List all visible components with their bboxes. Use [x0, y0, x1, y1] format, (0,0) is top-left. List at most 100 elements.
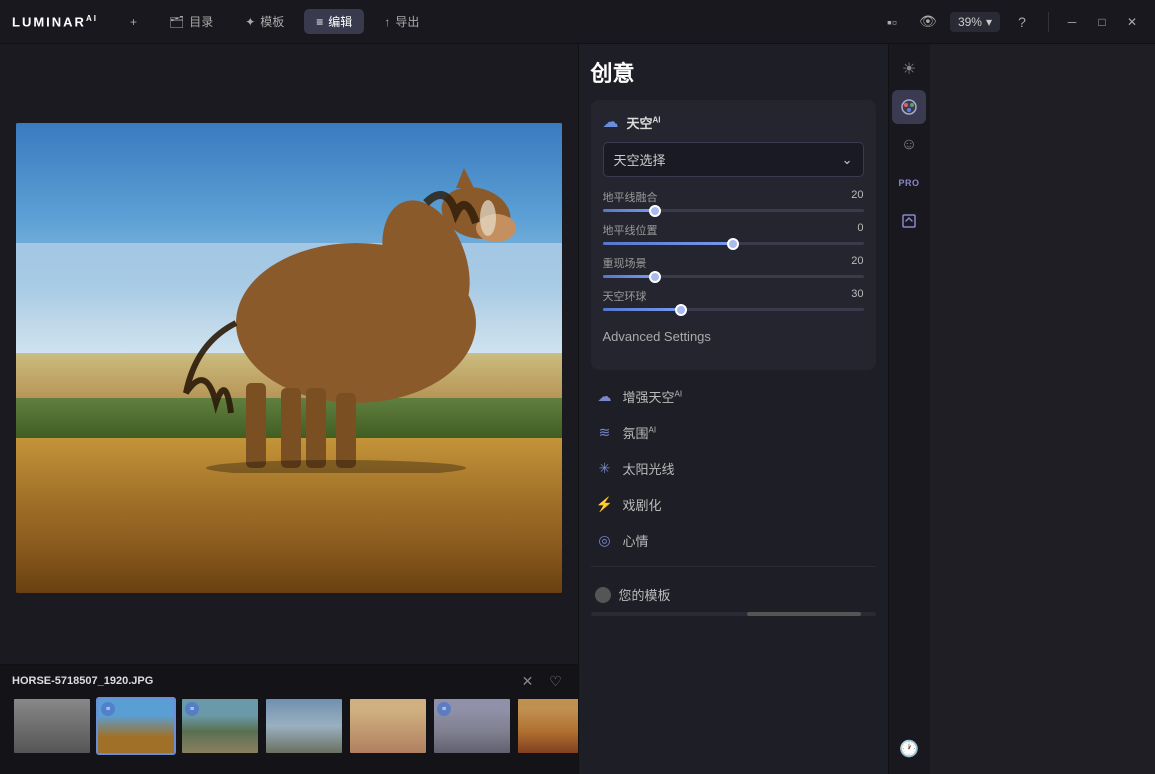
expand-item-enhance-sky[interactable]: ☁ 增强天空AI [591, 378, 876, 414]
panel-scrollbar-thumb [747, 612, 861, 616]
sidebar-item-portrait[interactable]: ☺ [892, 128, 926, 162]
minimize-button[interactable]: ─ [1061, 11, 1083, 33]
expand-item-sunrays[interactable]: ✳ 太阳光线 [591, 450, 876, 486]
edit-button[interactable]: ≡ 编辑 [304, 9, 364, 34]
canvas-area: HORSE-5718507_1920.JPG ✕ ♡ ≡ ≡ [0, 44, 578, 774]
card-header: ☁ 天空AI [603, 112, 864, 132]
slider-label-2: 地平线位置 [603, 222, 658, 238]
slider-fill-3 [603, 275, 655, 278]
layout-icon[interactable]: ▪▫ [878, 8, 906, 36]
filename-label: HORSE-5718507_1920.JPG [12, 675, 153, 687]
sidebar-item-creative[interactable] [892, 90, 926, 124]
sky-card: ☁ 天空AI 天空选择 ⌄ [591, 100, 876, 370]
thumb-2[interactable]: ≡ [96, 697, 176, 755]
templates-label: 您的模板 [619, 585, 671, 604]
slider-row-1: 地平线融合 20 [603, 189, 864, 212]
sidebar-item-history[interactable]: 🕐 [892, 732, 926, 766]
sidebar-item-pro[interactable]: PRO [892, 166, 926, 200]
slider-row-4: 天空环球 30 [603, 288, 864, 311]
panel-title: 创意 [591, 56, 876, 88]
main-image [16, 123, 562, 593]
thumb-1[interactable] [12, 697, 92, 755]
filmstrip-bar: HORSE-5718507_1920.JPG ✕ ♡ ≡ ≡ [0, 664, 578, 774]
zoom-control[interactable]: 39% ▾ [950, 12, 1000, 32]
templates-icon: ✦ [245, 15, 255, 29]
filmstrip-header: HORSE-5718507_1920.JPG ✕ ♡ [0, 665, 578, 697]
slider-track-3[interactable] [603, 275, 864, 278]
dramatic-icon: ⚡ [595, 494, 615, 514]
slider-track-2[interactable] [603, 242, 864, 245]
dropdown-chevron-icon: ⌄ [842, 152, 853, 168]
cloud-icon: ☁ [603, 112, 619, 132]
slider-thumb-2[interactable] [727, 238, 739, 250]
horse-image [136, 123, 562, 473]
slider-label-4: 天空环球 [603, 288, 647, 304]
sunrays-icon: ✳ [595, 458, 615, 478]
advanced-settings-label[interactable]: Advanced Settings [603, 323, 864, 350]
slider-track-1[interactable] [603, 209, 864, 212]
templates-dot [595, 587, 611, 603]
expand-item-dramatic[interactable]: ⚡ 戏剧化 [591, 486, 876, 522]
slider-label-1: 地平线融合 [603, 189, 658, 205]
zoom-chevron-icon: ▾ [986, 15, 992, 29]
slider-val-4: 30 [851, 288, 863, 304]
panel-scrollbar [591, 612, 876, 616]
close-button[interactable]: ✕ [1121, 11, 1143, 33]
slider-row-2: 地平线位置 0 [603, 222, 864, 245]
thumb-5[interactable] [348, 697, 428, 755]
edit-icon: ≡ [316, 15, 323, 29]
slider-label-3: 重现场景 [603, 255, 647, 271]
close-filmstrip-icon[interactable]: ✕ [518, 671, 538, 691]
mood-icon: ◎ [595, 530, 615, 550]
catalog-button[interactable]: 🗂 目录 [157, 9, 225, 34]
help-button[interactable]: ? [1008, 8, 1036, 36]
panel-content: 创意 ☁ 天空AI 天空选择 ⌄ [579, 44, 888, 774]
view-icon[interactable]: 👁 [914, 8, 942, 36]
atmosphere-icon: ≋ [595, 422, 615, 442]
slider-thumb-1[interactable] [649, 205, 661, 217]
sidebar-icons: ☀ ☺ PRO 🕐 [888, 44, 930, 774]
catalog-icon: 🗂 [169, 15, 184, 29]
slider-row-3: 重现场景 20 [603, 255, 864, 278]
titlebar: LUMINARAI + 🗂 目录 ✦ 模板 ≡ 编辑 ↑ 导出 ▪▫ 👁 39%… [0, 0, 1155, 44]
divider [591, 566, 876, 567]
thumb-icon-3: ≡ [185, 702, 199, 716]
thumb-3[interactable]: ≡ [180, 697, 260, 755]
export-icon: ↑ [384, 15, 390, 29]
templates-button[interactable]: ✦ 模板 [233, 9, 296, 34]
expand-item-atmosphere[interactable]: ≋ 氛围AI [591, 414, 876, 450]
slider-val-3: 20 [851, 255, 863, 271]
filmstrip-thumbs: ≡ ≡ ≡ [0, 697, 578, 761]
image-container [0, 44, 578, 664]
add-button[interactable]: + [118, 11, 149, 33]
thumb-6[interactable]: ≡ [432, 697, 512, 755]
templates-row: 您的模板 [591, 575, 876, 608]
favorite-icon[interactable]: ♡ [546, 671, 566, 691]
sliders-container: 地平线融合 20 地平线位置 0 [603, 189, 864, 311]
thumb-4[interactable] [264, 697, 344, 755]
sky-card-title: 天空AI [627, 113, 661, 132]
maximize-button[interactable]: □ [1091, 11, 1113, 33]
thumb-icon-6: ≡ [437, 702, 451, 716]
advanced-settings-section: Advanced Settings [603, 323, 864, 350]
sidebar-item-canvas[interactable] [892, 204, 926, 238]
expand-item-mood[interactable]: ◎ 心情 [591, 522, 876, 558]
sky-dropdown[interactable]: 天空选择 ⌄ [603, 142, 864, 177]
slider-thumb-4[interactable] [675, 304, 687, 316]
slider-fill-1 [603, 209, 655, 212]
slider-track-4[interactable] [603, 308, 864, 311]
thumb-icon-2: ≡ [101, 702, 115, 716]
export-button[interactable]: ↑ 导出 [372, 9, 431, 34]
slider-val-1: 20 [851, 189, 863, 205]
app-logo: LUMINARAI [12, 14, 98, 29]
expand-items-list: ☁ 增强天空AI ≋ 氛围AI ✳ 太阳光线 ⚡ [591, 378, 876, 558]
slider-thumb-3[interactable] [649, 271, 661, 283]
enhance-sky-icon: ☁ [595, 386, 615, 406]
sidebar-item-light[interactable]: ☀ [892, 52, 926, 86]
slider-fill-4 [603, 308, 681, 311]
right-layout: 创意 ☁ 天空AI 天空选择 ⌄ [578, 44, 1155, 774]
thumb-7[interactable] [516, 697, 578, 755]
right-panel: 创意 ☁ 天空AI 天空选择 ⌄ [578, 44, 888, 774]
slider-fill-2 [603, 242, 734, 245]
slider-val-2: 0 [857, 222, 863, 238]
